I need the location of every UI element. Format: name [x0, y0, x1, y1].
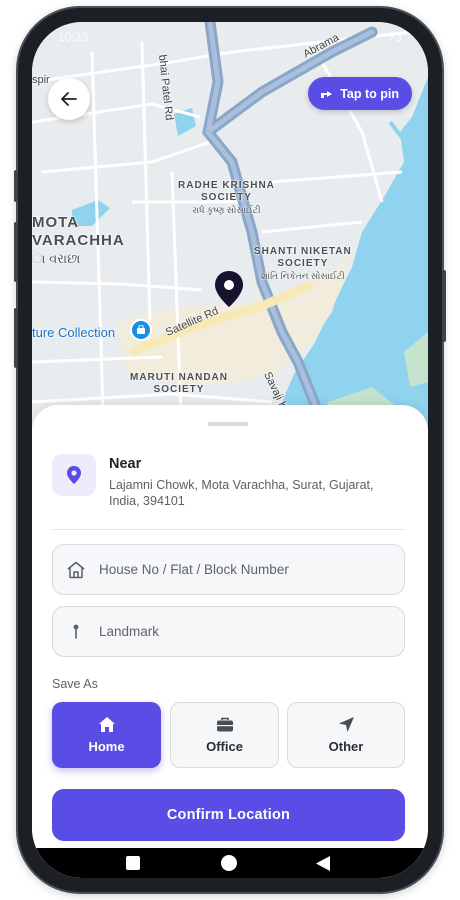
landmark-input[interactable]: [99, 624, 379, 639]
status-battery: 73: [388, 30, 402, 44]
house-field[interactable]: [52, 544, 405, 595]
square-recents-icon: [126, 856, 140, 870]
confirm-location-label: Confirm Location: [166, 807, 291, 823]
map-label-maruti-nandan: MARUTI NANDAN SOCIETY: [130, 372, 228, 395]
landmark-field[interactable]: [52, 606, 405, 657]
map-view[interactable]: 10:33 73 MOTA VARACHHA ા વરાછા RADHE KRI…: [32, 22, 428, 442]
volume-up-button: [14, 170, 18, 202]
address-type-other-label: Other: [328, 739, 364, 754]
side-key: [14, 308, 18, 368]
system-nav-bar: [32, 848, 428, 878]
recents-nav-button[interactable]: [118, 848, 148, 878]
poi-label[interactable]: ture Collection: [32, 325, 115, 340]
home-nav-button[interactable]: [214, 848, 244, 878]
sheet-drag-handle[interactable]: [208, 422, 248, 426]
hand-pointer-icon: [321, 90, 333, 98]
house-icon: [67, 561, 85, 578]
location-title: Near: [109, 456, 142, 472]
briefcase-icon: [216, 717, 233, 731]
triangle-back-icon: [316, 855, 330, 871]
address-type-other-button[interactable]: Other: [287, 702, 405, 768]
divider: [52, 529, 405, 530]
home-icon: [98, 717, 115, 732]
road-label-spir: spir: [32, 74, 50, 86]
address-type-home-button[interactable]: Home: [52, 702, 161, 768]
tap-to-pin-button[interactable]: Tap to pin: [308, 77, 412, 110]
location-pin-icon[interactable]: [214, 270, 244, 308]
address-type-office-label: Office: [206, 738, 243, 754]
address-type-home-label: Home: [88, 739, 125, 754]
pushpin-icon: [73, 624, 79, 639]
navigation-arrow-icon: [338, 717, 354, 732]
map-label-shanti-niketan: SHANTI NIKETAN SOCIETY શાંતિ નિકેતન સોસા…: [254, 246, 352, 281]
house-input[interactable]: [99, 562, 379, 577]
arrow-left-icon: [61, 92, 77, 106]
address-bottom-sheet: Near Lajamni Chowk, Mota Varachha, Surat…: [32, 405, 428, 878]
back-button[interactable]: [48, 78, 90, 120]
circle-home-icon: [221, 855, 237, 871]
phone-frame: 10:33 73 MOTA VARACHHA ા વરાછા RADHE KRI…: [14, 8, 446, 892]
app-screen: 10:33 73 MOTA VARACHHA ા વરાછા RADHE KRI…: [32, 22, 428, 878]
save-as-label: Save As: [52, 677, 98, 691]
poi-shopping-icon[interactable]: [130, 319, 152, 341]
address-type-office-button[interactable]: Office: [170, 702, 279, 768]
back-nav-button[interactable]: [308, 848, 338, 878]
tap-to-pin-label: Tap to pin: [340, 86, 399, 101]
volume-down-button: [14, 222, 18, 282]
confirm-location-button[interactable]: Confirm Location: [52, 789, 405, 841]
power-button: [442, 270, 446, 342]
map-label-radhe-krishna: RADHE KRISHNA SOCIETY રાધે કૃષ્ણ સોસાઈટી: [178, 180, 275, 215]
map-marker-icon: [67, 466, 81, 484]
location-icon-box: [52, 454, 96, 496]
status-time: 10:33: [58, 30, 89, 44]
location-address: Lajamni Chowk, Mota Varachha, Surat, Guj…: [109, 478, 374, 508]
map-label-mota-varachha: MOTA VARACHHA ા વરાછા: [32, 214, 125, 266]
